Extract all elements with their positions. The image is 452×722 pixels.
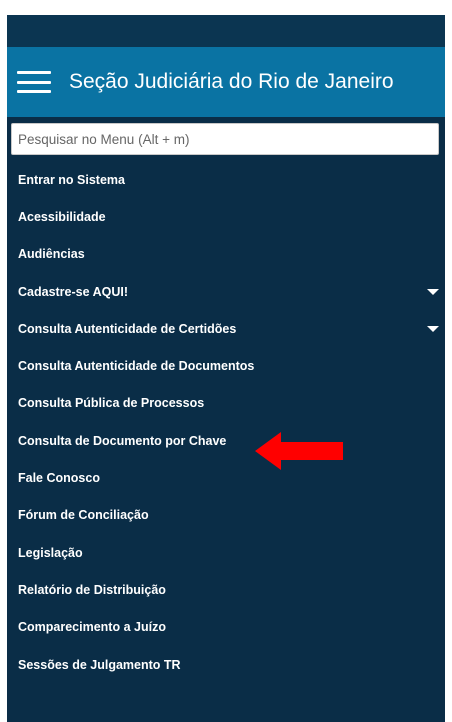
menu-item-consulta-autenticidade-documentos[interactable]: Consulta Autenticidade de Documentos [7,347,445,384]
menu-item-label: Legislação [18,545,83,560]
menu-item-label: Fórum de Conciliação [18,508,149,523]
menu-item-fale-conosco[interactable]: Fale Conosco [7,459,445,496]
menu-item-acessibilidade[interactable]: Acessibilidade [7,198,445,235]
menu-item-label: Cadastre-se AQUI! [18,284,128,299]
nav-menu: Entrar no Sistema Acessibilidade Audiênc… [7,161,445,683]
search-input[interactable] [11,123,439,155]
menu-item-comparecimento-juizo[interactable]: Comparecimento a Juízo [7,609,445,646]
menu-item-label: Comparecimento a Juízo [18,620,166,635]
menu-item-label: Sessões de Julgamento TR [18,657,181,672]
caret-down-icon[interactable] [427,288,439,295]
menu-item-label: Audiências [18,247,85,262]
menu-item-label: Acessibilidade [18,209,106,224]
menu-item-consulta-publica-processos[interactable]: Consulta Pública de Processos [7,385,445,422]
menu-item-legislacao[interactable]: Legislação [7,534,445,571]
page-title: Seção Judiciária do Rio de Janeiro [69,70,394,93]
menu-item-label: Relatório de Distribuição [18,582,166,597]
top-bar [7,15,445,47]
header: Seção Judiciária do Rio de Janeiro [7,47,445,117]
sidebar-panel: Seção Judiciária do Rio de Janeiro Entra… [7,15,445,722]
hamburger-menu-icon[interactable] [17,71,51,93]
menu-item-consulta-autenticidade-certidoes[interactable]: Consulta Autenticidade de Certidões [7,310,445,347]
menu-item-relatorio-distribuicao[interactable]: Relatório de Distribuição [7,571,445,608]
menu-item-forum-conciliacao[interactable]: Fórum de Conciliação [7,497,445,534]
menu-item-label: Consulta de Documento por Chave [18,433,227,448]
menu-item-sessoes-julgamento-tr[interactable]: Sessões de Julgamento TR [7,646,445,683]
menu-item-entrar-no-sistema[interactable]: Entrar no Sistema [7,161,445,198]
hamburger-line [17,80,51,84]
menu-item-label: Consulta Autenticidade de Documentos [18,359,255,374]
hamburger-line [17,90,51,93]
menu-item-label: Consulta Pública de Processos [18,396,205,411]
search-container [7,117,445,155]
menu-item-label: Entrar no Sistema [18,172,125,187]
menu-item-label: Fale Conosco [18,471,100,486]
hamburger-line [17,71,51,74]
menu-item-audiencias[interactable]: Audiências [7,236,445,273]
menu-item-cadastre-se[interactable]: Cadastre-se AQUI! [7,273,445,310]
red-arrow-left-icon [255,432,343,470]
menu-item-label: Consulta Autenticidade de Certidões [18,321,237,336]
menu-item-consulta-documento-chave[interactable]: Consulta de Documento por Chave [7,422,445,459]
caret-down-icon[interactable] [427,325,439,332]
